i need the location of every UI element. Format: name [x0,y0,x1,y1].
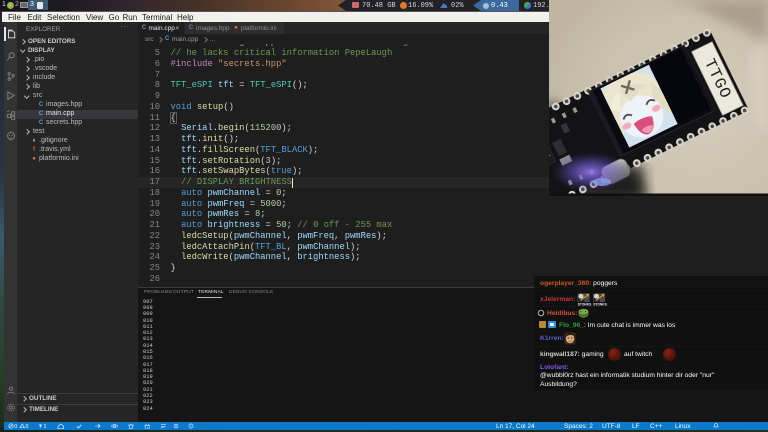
svg-text:STONKS: STONKS [593,302,607,306]
svg-text:1: 1 [44,424,47,429]
svg-text:0: 0 [26,424,29,429]
svg-text:0: 0 [14,424,17,429]
svg-text:STONKS: STONKS [578,302,592,306]
